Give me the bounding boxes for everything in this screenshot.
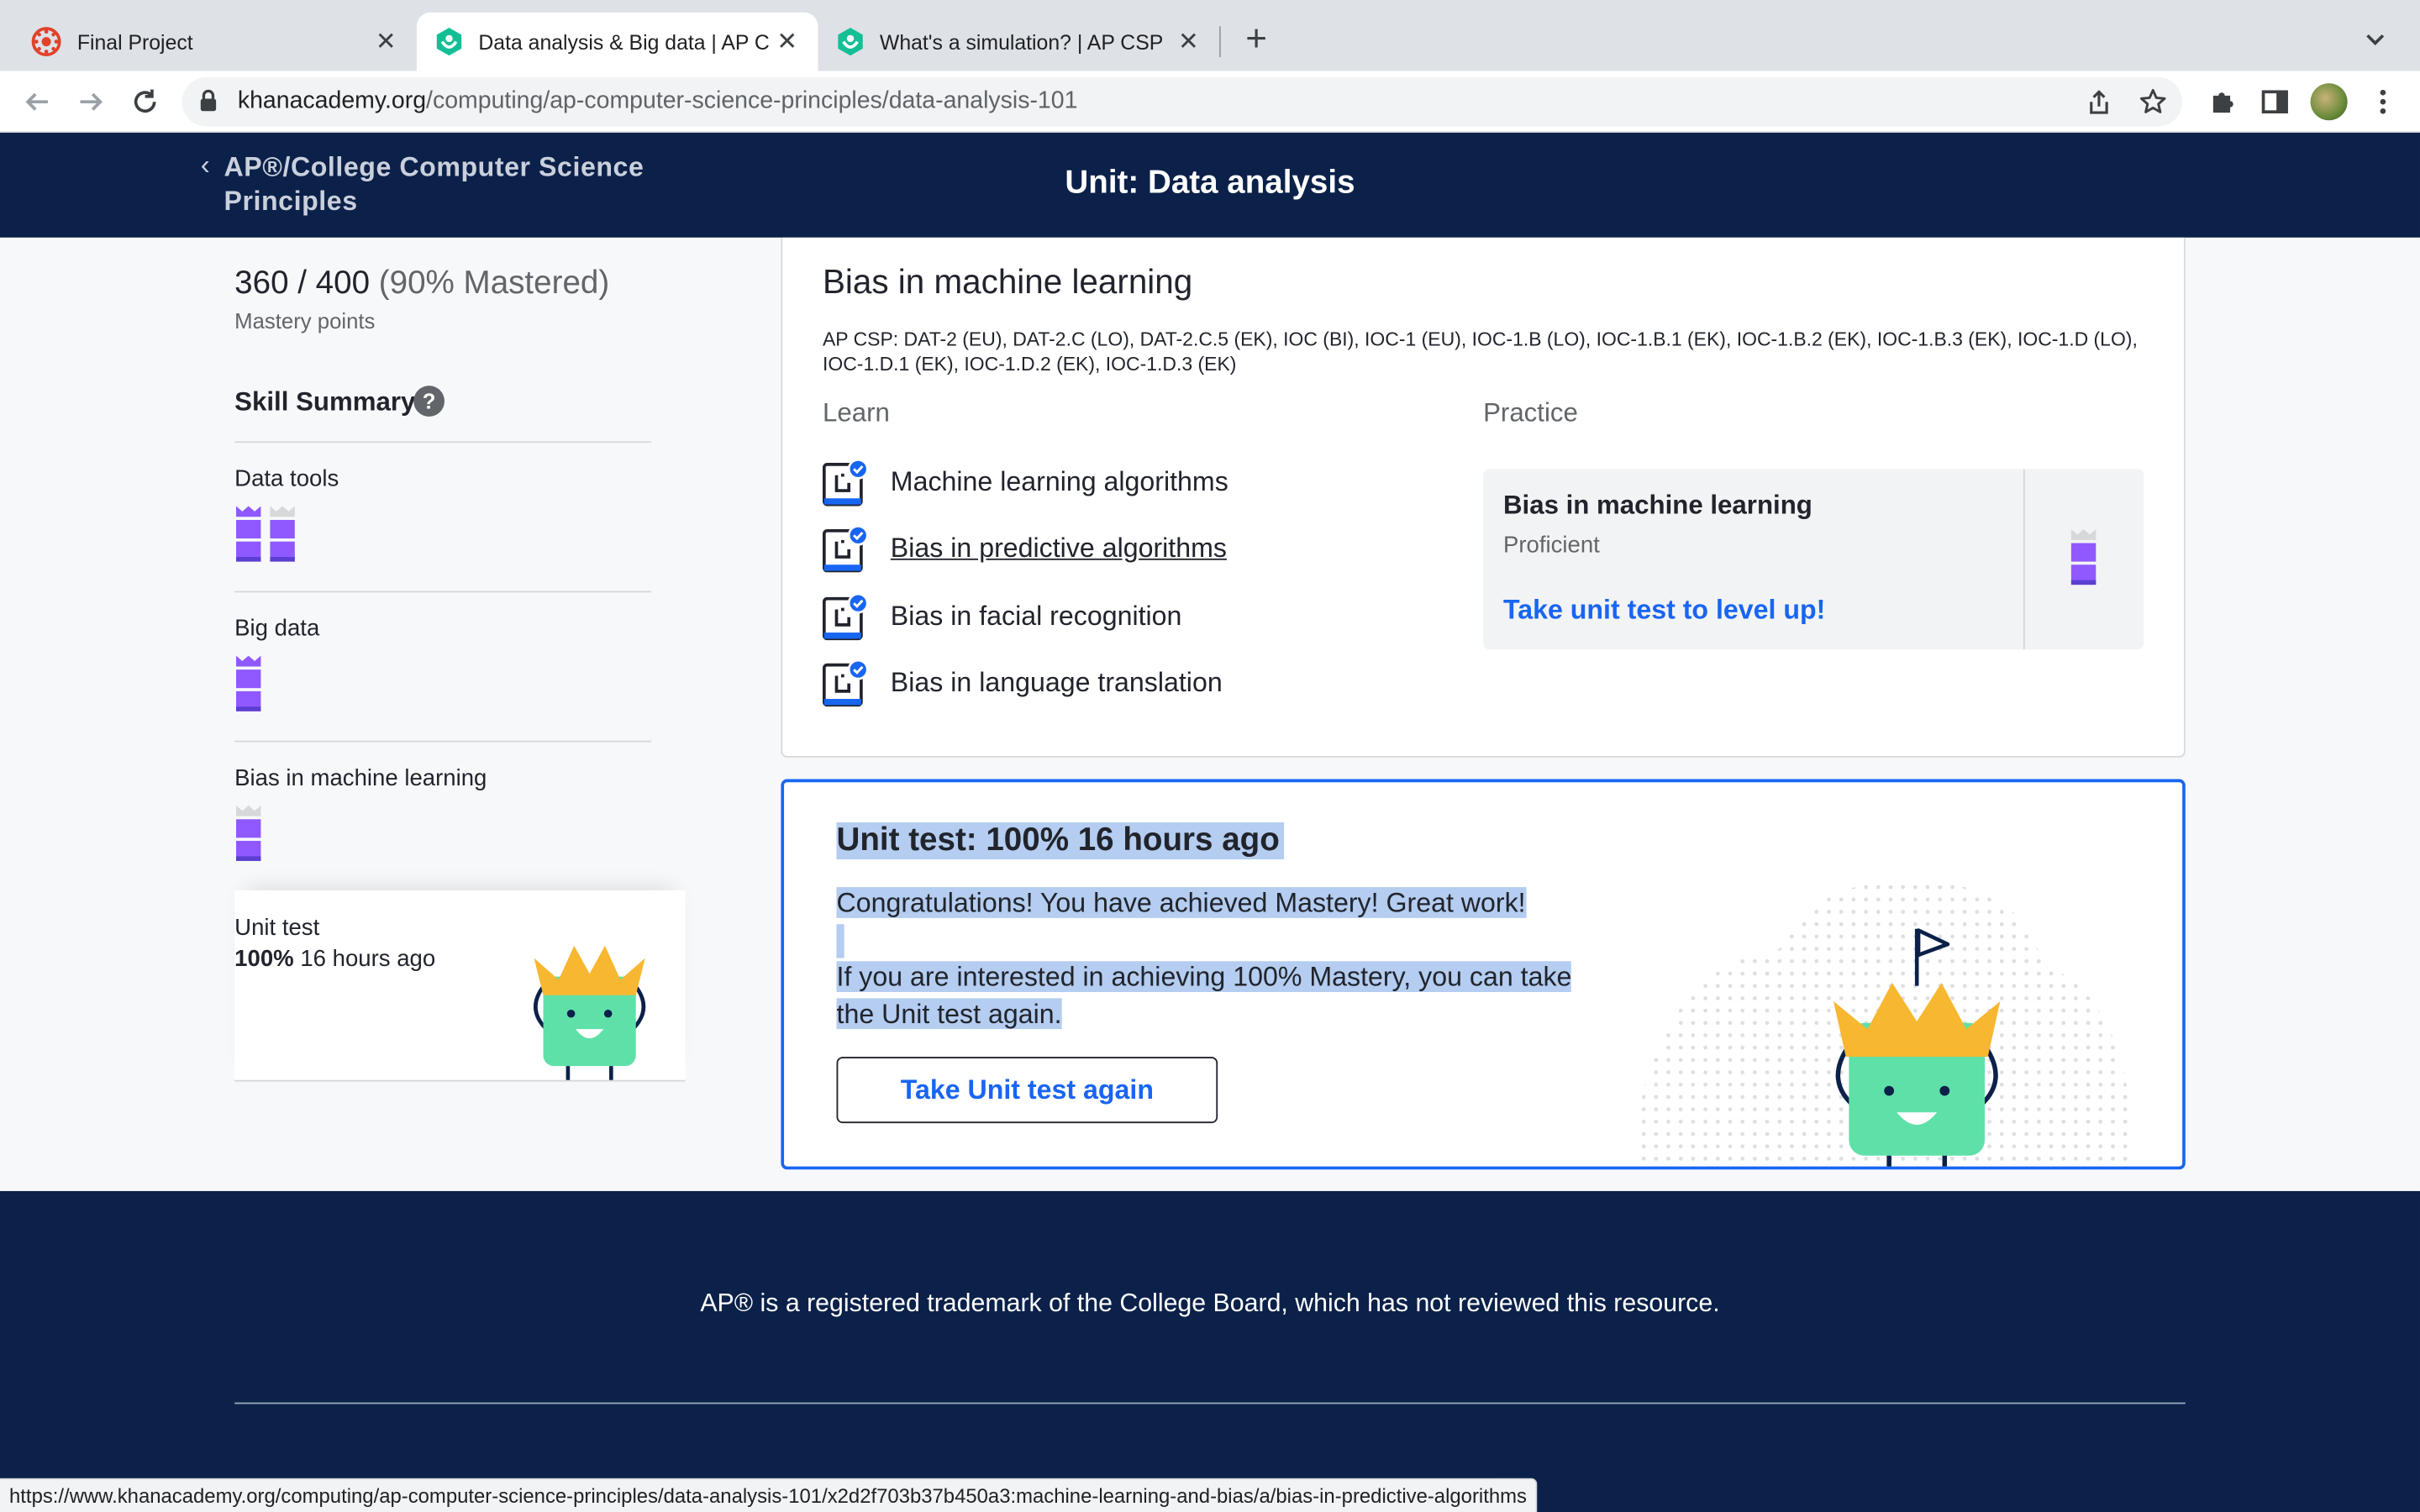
- mastery-points-value: 360 / 400: [234, 265, 371, 302]
- mastery-percent: (90% Mastered): [378, 265, 610, 302]
- tab-simulation[interactable]: What's a simulation? | AP CSP ✕: [818, 13, 1219, 71]
- tab-title: Data analysis & Big data | AP C: [478, 29, 770, 54]
- address-bar[interactable]: khanacademy.org/computing/ap-computer-sc…: [182, 76, 2183, 127]
- practice-title: Bias in machine learning: [1502, 491, 1812, 520]
- mastery-points: 360 / 400 (90% Mastered): [234, 265, 609, 302]
- new-tab-plus-icon[interactable]: +: [1238, 19, 1275, 63]
- khan-academy-icon: [435, 26, 463, 57]
- lesson-title: Bias in machine learning: [822, 262, 1193, 302]
- back-arrow-icon[interactable]: [18, 83, 55, 120]
- tab-separator: [1219, 26, 1221, 57]
- congrats-line: Congratulations! You have achieved Maste…: [836, 887, 1526, 918]
- crowned-mascot-icon: [524, 940, 654, 1089]
- extensions-puzzle-icon[interactable]: [2204, 83, 2241, 120]
- take-unit-test-again-button[interactable]: Take Unit test again: [836, 1057, 1218, 1124]
- lesson-card: Bias in machine learning AP CSP: DAT-2 (…: [781, 237, 2186, 758]
- url-host: khanacademy.org: [237, 87, 427, 114]
- skill-data-tools[interactable]: Data tools: [234, 466, 339, 492]
- selection-highlight: [836, 924, 844, 958]
- tab-title: What's a simulation? | AP CSP: [879, 29, 1164, 54]
- share-icon[interactable]: [2086, 90, 2111, 123]
- article-completed-icon: [822, 458, 869, 513]
- reload-icon[interactable]: [127, 83, 164, 120]
- trademark-note: AP® is a registered trademark of the Col…: [700, 1289, 1720, 1318]
- tab-final-project[interactable]: Final Project ✕: [13, 13, 417, 71]
- mastery-proficient-icon: [2070, 528, 2097, 594]
- tab-strip: Final Project ✕ Data analysis & Big data…: [0, 0, 2420, 71]
- footer-divider: [234, 1402, 2186, 1404]
- forward-arrow-icon[interactable]: [72, 83, 109, 120]
- learn-item-label: Machine learning algorithms: [890, 465, 1228, 497]
- browser-toolbar: khanacademy.org/computing/ap-computer-sc…: [0, 71, 2420, 133]
- khan-academy-icon: [837, 26, 865, 57]
- retake-info: If you are interested in achieving 100% …: [836, 958, 1578, 1032]
- skill-summary-heading: Skill Summary: [234, 387, 416, 417]
- main-content: 360 / 400 (90% Mastered) Mastery points …: [0, 237, 2420, 1191]
- unit-test-summary-card[interactable]: Unit test 100% 16 hours ago: [234, 890, 686, 1082]
- unit-test-score: 100%: [234, 945, 294, 973]
- mastery-proficient-icon: [269, 505, 297, 571]
- link-status-bar: https://www.khanacademy.org/computing/ap…: [0, 1478, 1538, 1512]
- lock-icon: [199, 89, 218, 121]
- unit-test-time: 16 hours ago: [300, 945, 436, 973]
- level-up-link[interactable]: Take unit test to level up!: [1503, 594, 1825, 627]
- bookmark-star-icon[interactable]: [2139, 88, 2167, 123]
- unit-test-card: Unit test: 100% 16 hours ago Congratulat…: [781, 779, 2186, 1170]
- skill-big-data[interactable]: Big data: [234, 616, 319, 642]
- standards-codes: AP CSP: DAT-2 (EU), DAT-2.C (LO), DAT-2.…: [822, 328, 2138, 375]
- unit-title: Unit: Data analysis: [1065, 165, 1355, 201]
- learn-heading: Learn: [822, 397, 890, 428]
- divider: [234, 740, 652, 743]
- unit-test-result: 100% 16 hours ago: [234, 946, 435, 972]
- browser-window: Final Project ✕ Data analysis & Big data…: [0, 0, 2420, 1512]
- unit-test-heading: Unit test: 100% 16 hours ago: [836, 822, 1285, 860]
- profile-avatar[interactable]: [2310, 83, 2348, 121]
- learn-item-label: Bias in facial recognition: [890, 600, 1182, 632]
- tab-data-analysis[interactable]: Data analysis & Big data | AP C ✕: [416, 12, 818, 71]
- congrats-text: Congratulations! You have achieved Maste…: [836, 884, 1578, 921]
- url-path: /computing/ap-computer-science-principle…: [426, 87, 1078, 114]
- tab-search-chevron-icon[interactable]: [2365, 28, 2386, 55]
- mastery-mastered-icon: [234, 505, 262, 571]
- url-text: khanacademy.org/computing/ap-computer-sc…: [238, 88, 1078, 116]
- divider: [234, 591, 652, 593]
- practice-card[interactable]: Bias in machine learning Proficient Take…: [1483, 469, 2144, 650]
- close-tab-icon[interactable]: ✕: [373, 26, 397, 57]
- retake-info-line2: the Unit test again.: [836, 998, 1062, 1030]
- divider: [234, 1079, 686, 1082]
- article-completed-icon: [822, 592, 869, 648]
- learn-item-label: Bias in predictive algorithms: [890, 532, 1227, 564]
- mastery-mastered-icon: [234, 654, 262, 721]
- close-tab-icon[interactable]: ✕: [775, 26, 799, 57]
- mastery-points-label: Mastery points: [234, 308, 376, 333]
- site-footer: AP® is a registered trademark of the Col…: [0, 1190, 2420, 1512]
- mastery-proficient-icon: [234, 804, 262, 870]
- side-panel-icon[interactable]: [2256, 83, 2293, 120]
- unit-test-label: Unit test: [234, 915, 320, 942]
- close-tab-icon[interactable]: ✕: [1176, 26, 1201, 57]
- skill-bias-in-machine-learning[interactable]: Bias in machine learning: [234, 765, 487, 791]
- tab-title: Final Project: [76, 29, 193, 54]
- article-completed-icon: [822, 524, 869, 580]
- article-completed-icon: [822, 659, 869, 714]
- learn-item-label: Bias in language translation: [890, 666, 1223, 698]
- retake-info-line1: If you are interested in achieving 100% …: [836, 961, 1572, 993]
- help-icon[interactable]: ?: [413, 386, 445, 417]
- practice-status: Proficient: [1502, 532, 1600, 559]
- crowned-mascot-icon: [1821, 921, 2012, 1167]
- course-header: ‹ AP®/College Computer Science Principle…: [0, 132, 2420, 238]
- divider: [234, 441, 652, 444]
- browser-menu-icon[interactable]: [2365, 83, 2402, 120]
- divider: [2023, 469, 2025, 650]
- practice-heading: Practice: [1483, 397, 1578, 428]
- canvas-icon: [31, 26, 62, 57]
